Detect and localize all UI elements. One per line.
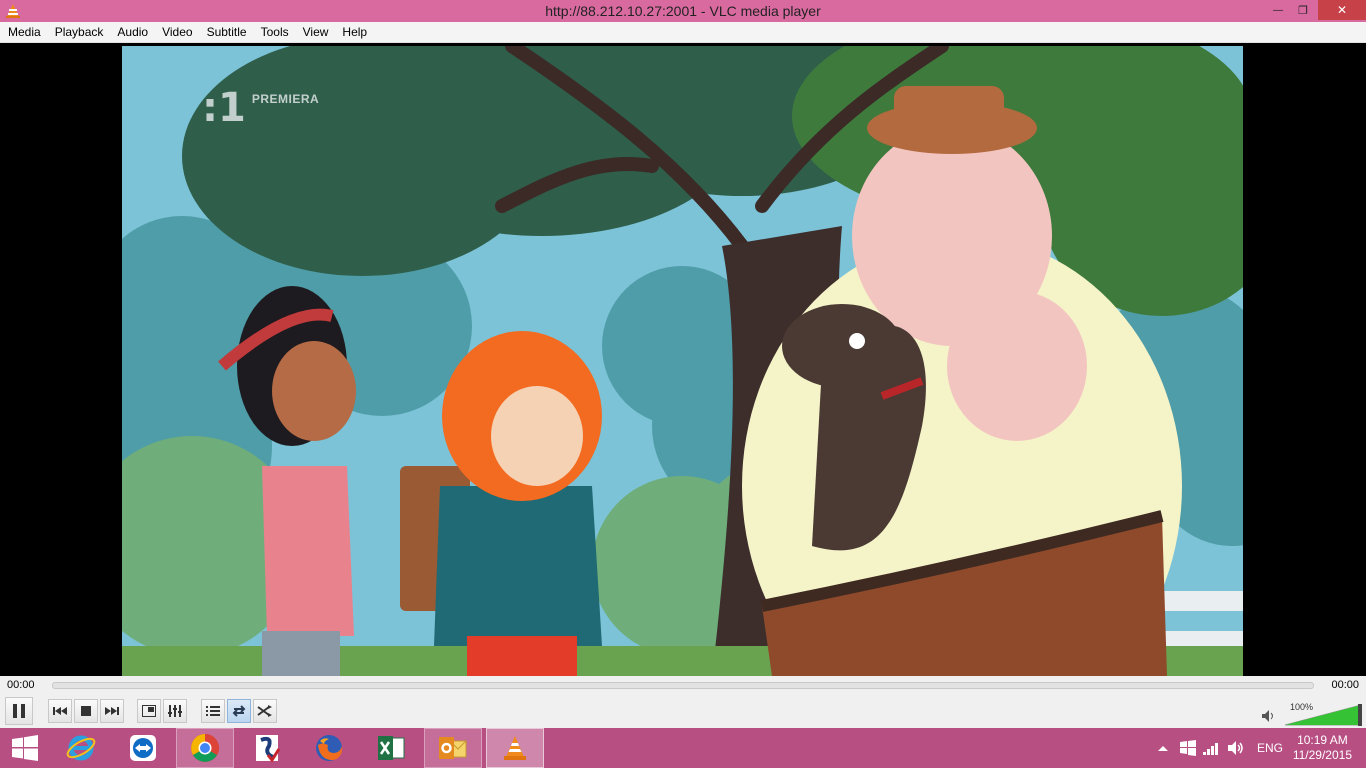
- video-frame[interactable]: :1 PREMIERA: [122, 46, 1243, 676]
- windows-start-icon: [12, 735, 38, 761]
- sticky-app-icon: [256, 735, 281, 763]
- stop-icon: [81, 706, 91, 716]
- stop-button[interactable]: [74, 699, 98, 723]
- loop-icon: [232, 705, 246, 717]
- taskbar-chrome[interactable]: [176, 728, 234, 768]
- close-button[interactable]: ✕: [1318, 0, 1366, 20]
- title-bar: http://88.212.10.27:2001 - VLC media pla…: [0, 0, 1366, 22]
- seek-bar-row: 00:00 00:00: [0, 676, 1366, 696]
- taskbar-excel[interactable]: [362, 728, 420, 768]
- cartoon-scene: [122, 46, 1243, 676]
- fullscreen-icon: [142, 705, 156, 717]
- volume-handle[interactable]: [1358, 704, 1362, 726]
- previous-icon: [53, 707, 67, 715]
- speaker-icon[interactable]: [1228, 728, 1244, 768]
- vlc-icon: [504, 736, 526, 760]
- extended-settings-icon: [168, 705, 182, 717]
- minimize-button[interactable]: —: [1265, 0, 1291, 20]
- excel-icon: [378, 736, 405, 760]
- random-icon: [257, 705, 272, 717]
- volume-slider[interactable]: [1285, 704, 1363, 726]
- menu-bar: Media Playback Audio Video Subtitle Tool…: [0, 22, 1366, 43]
- menu-view[interactable]: View: [296, 22, 336, 42]
- internet-explorer-icon: [66, 735, 96, 761]
- playlist-button[interactable]: [201, 699, 225, 723]
- minimize-icon: —: [1273, 4, 1283, 16]
- previous-button[interactable]: [48, 699, 72, 723]
- taskbar-teamviewer[interactable]: [114, 728, 172, 768]
- video-area[interactable]: :1 PREMIERA: [0, 44, 1366, 676]
- firefox-icon: [316, 735, 343, 761]
- restore-icon: ❐: [1298, 4, 1308, 17]
- taskbar-outlook[interactable]: [424, 728, 482, 768]
- start-button[interactable]: [0, 728, 50, 768]
- pause-icon: [13, 704, 25, 718]
- taskbar-clock[interactable]: 10:19 AM 11/29/2015: [1293, 733, 1352, 763]
- taskbar-internet-explorer[interactable]: [52, 728, 110, 768]
- elapsed-time: 00:00: [7, 679, 35, 691]
- chrome-icon: [191, 734, 219, 762]
- outlook-icon: [439, 737, 467, 759]
- tray-show-hidden-icons[interactable]: [1158, 728, 1168, 768]
- loop-button[interactable]: [227, 699, 251, 723]
- playback-controls: 100%: [0, 696, 1366, 728]
- teamviewer-icon: [130, 735, 156, 761]
- menu-audio[interactable]: Audio: [110, 22, 155, 42]
- taskbar-firefox[interactable]: [300, 728, 358, 768]
- menu-video[interactable]: Video: [155, 22, 199, 42]
- clock-date: 11/29/2015: [1292, 748, 1352, 762]
- random-button[interactable]: [253, 699, 277, 723]
- next-button[interactable]: [100, 699, 124, 723]
- taskbar-sticky-app[interactable]: [238, 728, 296, 768]
- input-language[interactable]: ENG: [1257, 728, 1283, 768]
- menu-help[interactable]: Help: [335, 22, 374, 42]
- extended-settings-button[interactable]: [163, 699, 187, 723]
- seek-slider[interactable]: [52, 682, 1314, 689]
- pause-button[interactable]: [5, 697, 33, 725]
- windows-taskbar: ENG 10:19 AM 11/29/2015: [0, 728, 1366, 768]
- window-title: http://88.212.10.27:2001 - VLC media pla…: [545, 3, 821, 19]
- menu-subtitle[interactable]: Subtitle: [200, 22, 254, 42]
- menu-media[interactable]: Media: [1, 22, 48, 42]
- next-icon: [105, 707, 119, 715]
- fullscreen-button[interactable]: [137, 699, 161, 723]
- taskbar-vlc[interactable]: [486, 728, 544, 768]
- channel-tag: PREMIERA: [251, 92, 320, 106]
- action-center-icon[interactable]: [1180, 728, 1196, 768]
- total-time: 00:00: [1331, 679, 1359, 691]
- menu-tools[interactable]: Tools: [254, 22, 296, 42]
- clock-time: 10:19 AM: [1297, 733, 1348, 747]
- channel-logo: :1 PREMIERA: [202, 85, 320, 131]
- close-icon: ✕: [1336, 3, 1348, 17]
- menu-playback[interactable]: Playback: [48, 22, 111, 42]
- restore-button[interactable]: ❐: [1290, 0, 1316, 20]
- volume-mute-icon[interactable]: [1262, 710, 1276, 725]
- channel-number: :1: [202, 85, 246, 131]
- playlist-icon: [206, 706, 220, 716]
- network-icon[interactable]: [1203, 728, 1219, 768]
